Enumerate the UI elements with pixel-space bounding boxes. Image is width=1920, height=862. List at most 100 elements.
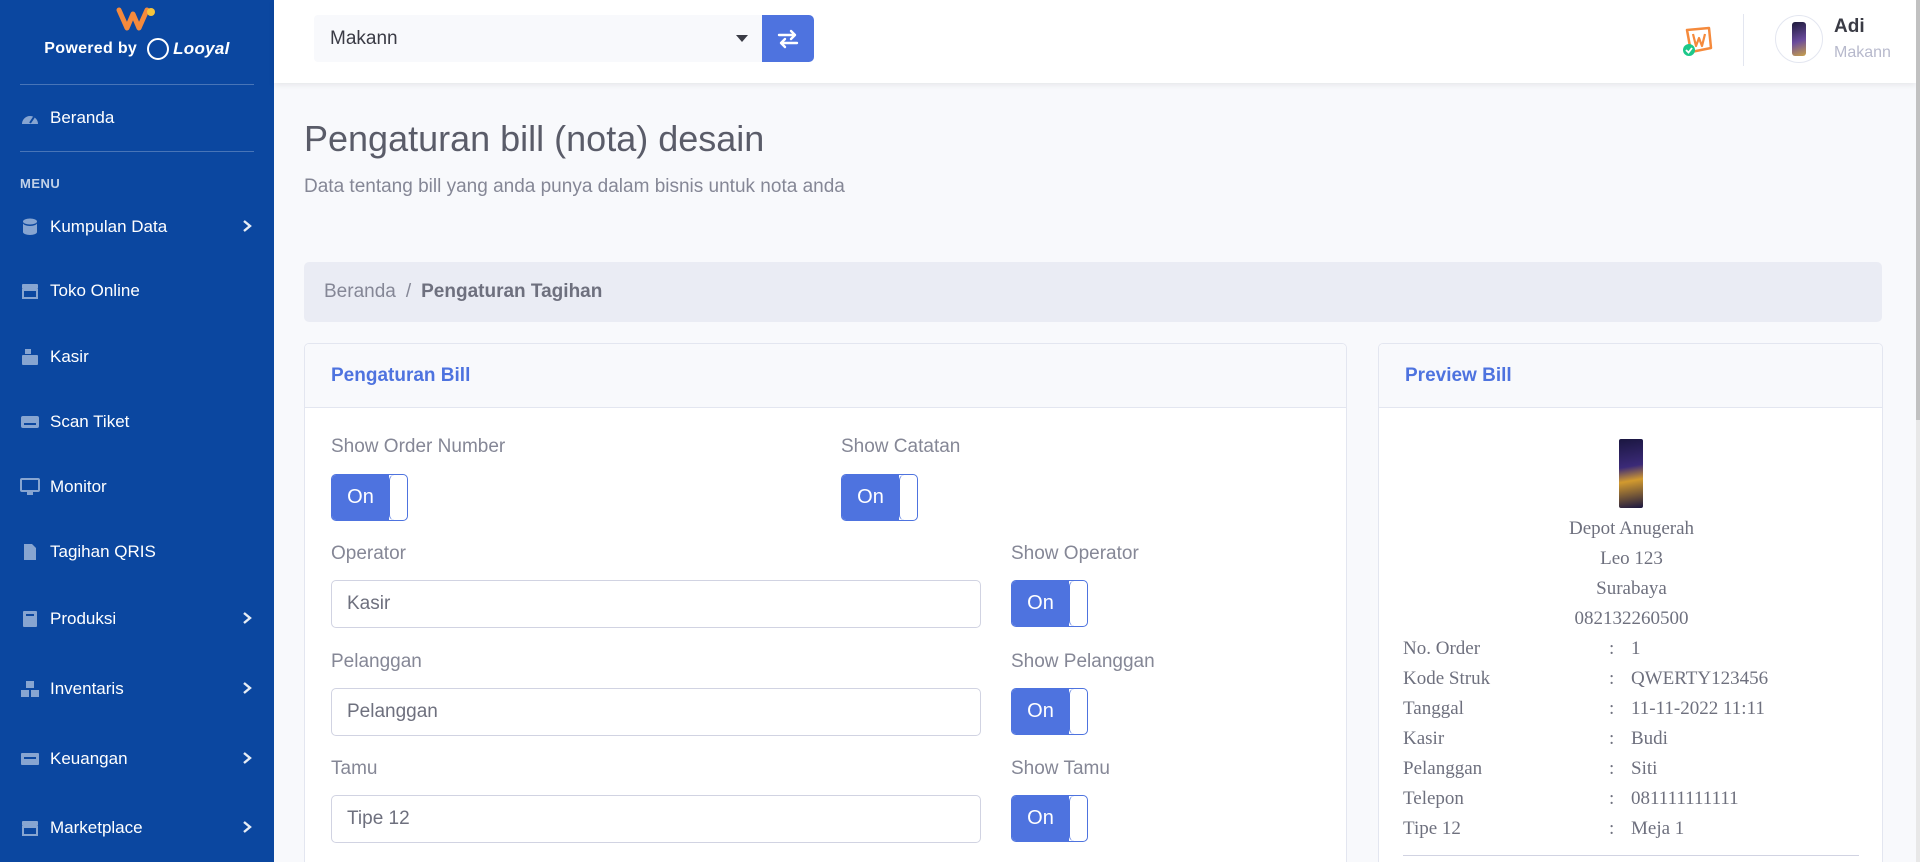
- user-name[interactable]: Adi: [1834, 16, 1865, 38]
- show-pelanggan-toggle[interactable]: On: [1011, 688, 1088, 735]
- book-icon: [20, 609, 40, 629]
- chevron-right-icon: [242, 216, 252, 239]
- avatar[interactable]: [1775, 15, 1823, 63]
- tamu-label: Tamu: [331, 758, 378, 779]
- dashboard-icon: [20, 108, 40, 128]
- receipt-row-key: Kasir: [1403, 728, 1445, 749]
- sidebar-item-kumpulan-data[interactable]: Kumpulan Data: [0, 197, 274, 257]
- receipt-row-value: QWERTY123456: [1631, 668, 1769, 689]
- toggle-on-label: On: [1012, 581, 1069, 626]
- sidebar-item-marketplace[interactable]: Marketplace: [0, 793, 274, 862]
- switch-business-button[interactable]: [762, 15, 814, 62]
- pelanggan-input[interactable]: Pelanggan: [331, 688, 981, 736]
- breadcrumb: Beranda / Pengaturan Tagihan: [304, 262, 1882, 322]
- sidebar: Powered by Looyal Beranda MENU Kumpulan …: [0, 0, 274, 862]
- receipt-row-colon: :: [1609, 638, 1615, 659]
- sidebar-item-kasir[interactable]: Kasir: [0, 325, 274, 389]
- chevron-right-icon: [242, 678, 252, 701]
- receipt-row-key: Tipe 12: [1403, 818, 1461, 839]
- sidebar-item-tagihan-qris[interactable]: Tagihan QRIS: [0, 519, 274, 585]
- topbar-divider: [1743, 14, 1744, 66]
- sidebar-item-produksi[interactable]: Produksi: [0, 585, 274, 653]
- sidebar-item-keuangan[interactable]: Keuangan: [0, 725, 274, 793]
- tamu-input-value: Tipe 12: [347, 808, 410, 829]
- pelanggan-input-value: Pelanggan: [347, 701, 438, 722]
- sidebar-item-toko-online[interactable]: Toko Online: [0, 257, 274, 325]
- chevron-right-icon: [242, 748, 252, 771]
- receipt-row-value: 081111111111: [1631, 788, 1739, 809]
- receipt-store-name: Depot Anugerah: [1568, 518, 1695, 539]
- operator-label: Operator: [331, 543, 406, 564]
- page-subtitle: Data tentang bill yang anda punya dalam …: [304, 176, 845, 197]
- receipt-row-value: Budi: [1631, 728, 1668, 749]
- toggle-knob: [1069, 796, 1087, 841]
- scrollbar-thumb[interactable]: [1916, 0, 1920, 420]
- receipt-row: No. Order:1: [1403, 638, 1863, 660]
- show-catatan-toggle[interactable]: On: [841, 474, 918, 521]
- sidebar-divider: [20, 151, 254, 152]
- receipt-row-colon: :: [1609, 818, 1615, 839]
- receipt-row-key: Telepon: [1403, 788, 1464, 809]
- sidebar-item-label: Inventaris: [50, 679, 124, 698]
- sidebar-item-label: Keuangan: [50, 749, 128, 768]
- keyboard-icon: [20, 412, 40, 432]
- page-title: Pengaturan bill (nota) desain: [304, 118, 765, 159]
- tamu-input[interactable]: Tipe 12: [331, 795, 981, 843]
- desktop-icon: [20, 477, 40, 497]
- show-pelanggan-label: Show Pelanggan: [1011, 651, 1155, 672]
- show-tamu-label: Show Tamu: [1011, 758, 1110, 779]
- breadcrumb-home[interactable]: Beranda: [324, 281, 396, 303]
- caret-down-icon: [736, 35, 748, 42]
- show-catatan-label: Show Catatan: [841, 436, 961, 457]
- business-select[interactable]: Makann: [314, 15, 762, 62]
- receipt-row: Tanggal:11-11-2022 11:11: [1403, 698, 1863, 720]
- toggle-knob: [1069, 689, 1087, 734]
- breadcrumb-separator: /: [405, 281, 412, 302]
- receipt-row-key: No. Order: [1403, 638, 1481, 659]
- receipt-row-colon: :: [1609, 698, 1615, 719]
- receipt-row-value: Meja 1: [1631, 818, 1685, 839]
- sidebar-item-label: Marketplace: [50, 818, 143, 837]
- receipt-row: Kode Struk: QWERTY123456: [1403, 668, 1863, 690]
- operator-input-value: Kasir: [347, 593, 391, 614]
- show-order-number-toggle[interactable]: On: [331, 474, 408, 521]
- sidebar-item-label: Toko Online: [50, 281, 140, 300]
- receipt-row-value: 11-11-2022 11:11: [1631, 698, 1765, 719]
- receipt-logo: [1619, 439, 1643, 508]
- sidebar-item-beranda[interactable]: Beranda: [0, 85, 274, 151]
- toggle-on-label: On: [1012, 689, 1069, 734]
- receipt-row: Telepon:081111111111: [1403, 788, 1863, 810]
- cash-register-icon: [20, 347, 40, 367]
- receipt-row-value: Siti: [1631, 758, 1658, 779]
- looyal-logo: Looyal: [147, 38, 230, 60]
- sidebar-item-label: Monitor: [50, 477, 107, 496]
- sidebar-brand[interactable]: Powered by Looyal: [0, 0, 274, 84]
- receipt-row-colon: :: [1609, 668, 1615, 689]
- user-business: Makann: [1834, 44, 1891, 61]
- file-invoice-icon: [20, 542, 40, 562]
- topbar: Makann Adi Makann: [274, 0, 1916, 83]
- sidebar-heading: MENU: [20, 176, 61, 191]
- sidebar-item-monitor[interactable]: Monitor: [0, 455, 274, 519]
- operator-input[interactable]: Kasir: [331, 580, 981, 628]
- chevron-right-icon: [242, 817, 252, 840]
- chevron-right-icon: [242, 608, 252, 631]
- pelanggan-label: Pelanggan: [331, 651, 422, 672]
- receipt-row-key: Pelanggan: [1403, 758, 1483, 779]
- toggle-on-label: On: [332, 475, 389, 520]
- sidebar-item-inventaris[interactable]: Inventaris: [0, 653, 274, 725]
- sidebar-item-label: Scan Tiket: [50, 412, 130, 431]
- show-operator-label: Show Operator: [1011, 543, 1139, 564]
- show-tamu-toggle[interactable]: On: [1011, 795, 1088, 842]
- store-badge-icon[interactable]: [1679, 20, 1719, 60]
- bill-settings-card: Pengaturan Bill Show Order Number On Sho…: [304, 343, 1347, 862]
- toggle-on-label: On: [1012, 796, 1069, 841]
- looyal-logo-text: Looyal: [173, 39, 230, 58]
- breadcrumb-current: Pengaturan Tagihan: [421, 281, 603, 302]
- page-scrollbar[interactable]: [1916, 0, 1920, 862]
- sidebar-item-scan-tiket[interactable]: Scan Tiket: [0, 389, 274, 455]
- store-icon: [20, 818, 40, 838]
- show-operator-toggle[interactable]: On: [1011, 580, 1088, 627]
- sidebar-nav: Kumpulan Data Toko Online Kasir Scan Tiket M…: [0, 197, 274, 862]
- sidebar-item-label: Produksi: [50, 609, 117, 628]
